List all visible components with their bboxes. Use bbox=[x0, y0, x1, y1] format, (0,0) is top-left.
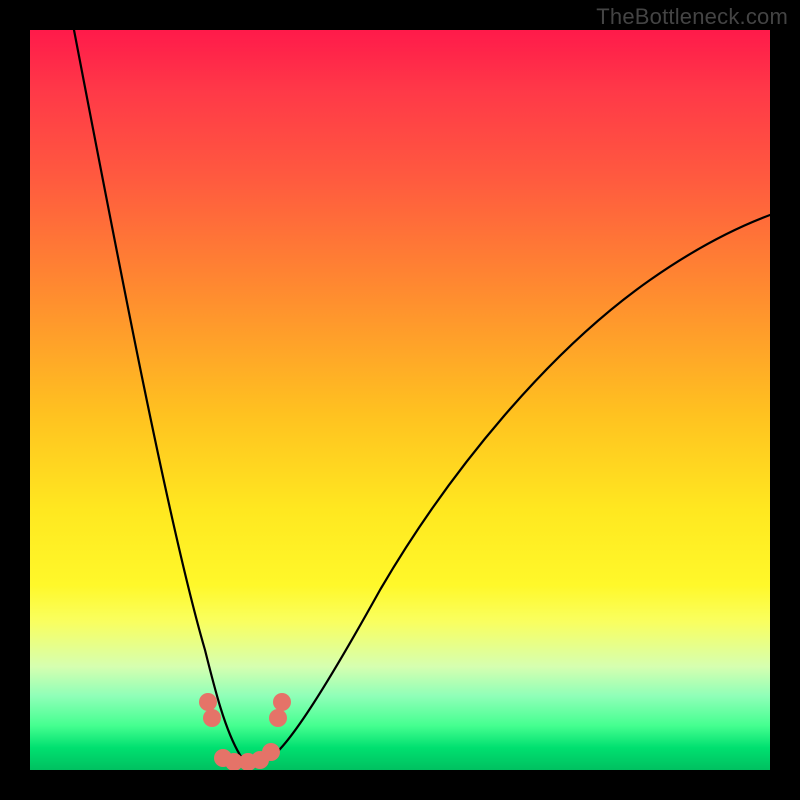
marker-dot bbox=[203, 709, 221, 727]
marker-dot bbox=[273, 693, 291, 711]
watermark-text: TheBottleneck.com bbox=[596, 4, 788, 30]
bottleneck-curve-path bbox=[74, 30, 770, 763]
marker-group bbox=[199, 693, 291, 770]
bottleneck-chart bbox=[30, 30, 770, 770]
marker-dot bbox=[262, 743, 280, 761]
marker-dot bbox=[199, 693, 217, 711]
plot-frame bbox=[30, 30, 770, 770]
marker-dot bbox=[269, 709, 287, 727]
